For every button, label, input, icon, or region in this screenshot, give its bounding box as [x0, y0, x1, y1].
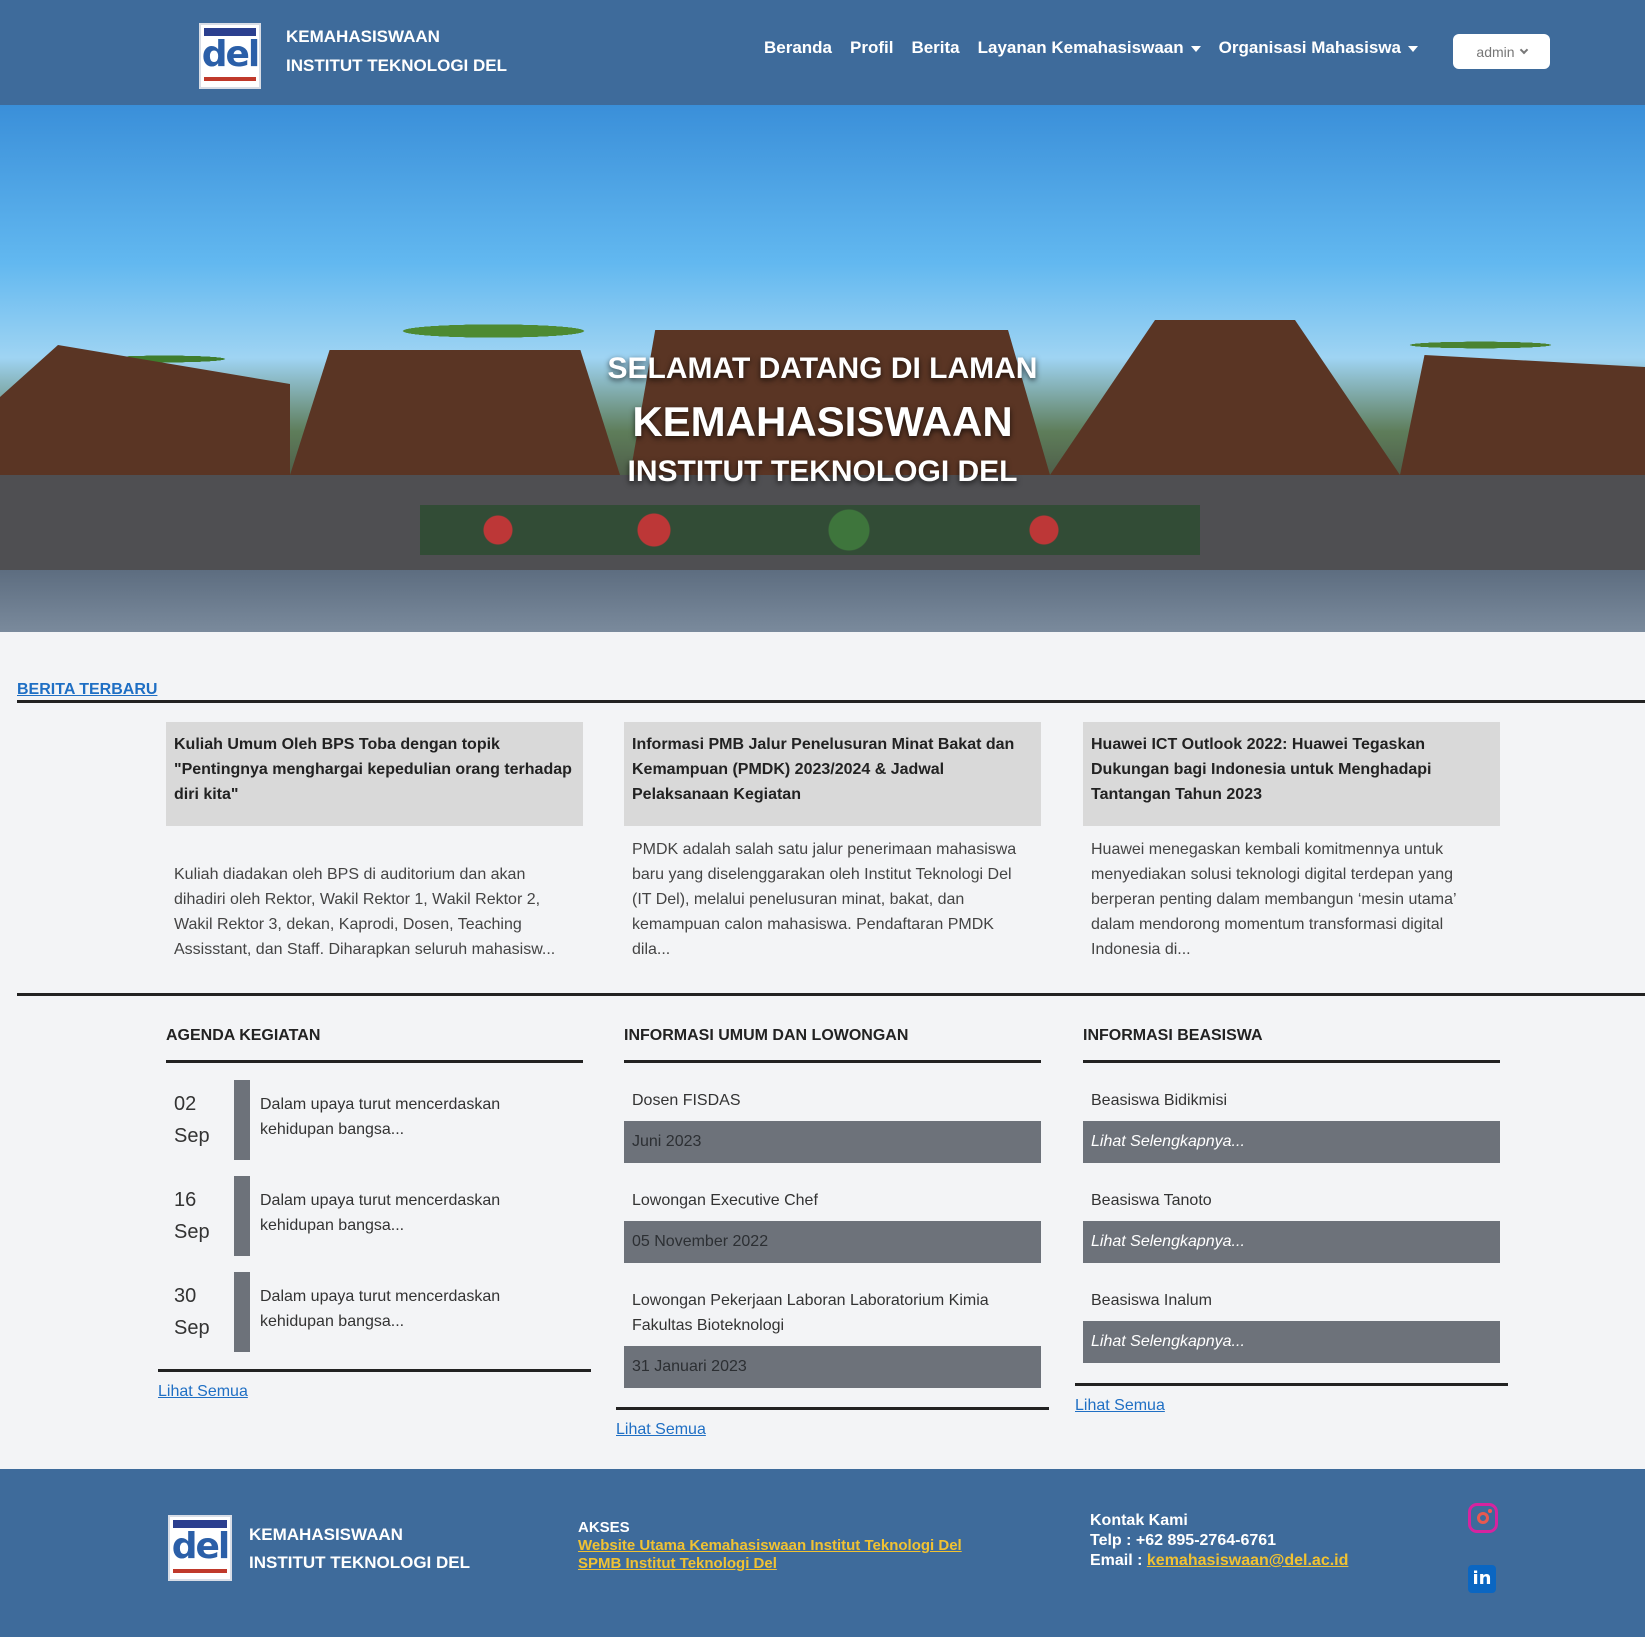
- hero-flowers: [420, 505, 1200, 555]
- agenda-day: 30: [174, 1285, 197, 1307]
- hero-ground: [0, 570, 1645, 632]
- agenda-see-all-link[interactable]: Lihat Semua: [158, 1383, 248, 1401]
- logo-text: del: [171, 1526, 231, 1567]
- agenda-bar: [234, 1272, 250, 1352]
- informasi-heading: INFORMASI UMUM DAN LOWONGAN: [624, 1027, 909, 1044]
- beasiswa-detail-link[interactable]: Lihat Selengkapnya...: [1083, 1221, 1500, 1263]
- brand-line2: INSTITUT TEKNOLOGI DEL: [286, 56, 507, 75]
- news-title[interactable]: Kuliah Umum Oleh BPS Toba dengan topik "…: [166, 722, 583, 826]
- nav-beranda[interactable]: Beranda: [764, 38, 832, 58]
- news-excerpt: Kuliah diadakan oleh BPS di auditorium d…: [174, 866, 556, 958]
- news-excerpt: PMDK adalah salah satu jalur penerimaan …: [632, 841, 1017, 958]
- email-line: Email : kemahasiswaan@del.ac.id: [1090, 1551, 1348, 1571]
- kontak-heading: Kontak Kami: [1090, 1512, 1188, 1529]
- news-card[interactable]: Kuliah Umum Oleh BPS Toba dengan topik "…: [166, 722, 583, 962]
- agenda-day: 02: [174, 1093, 197, 1115]
- footer-brand-line2: INSTITUT TEKNOLOGI DEL: [249, 1553, 470, 1572]
- agenda-month: Sep: [174, 1317, 210, 1339]
- telp-line: Telp : +62 895-2764-6761: [1090, 1531, 1348, 1551]
- beasiswa-detail-link[interactable]: Lihat Selengkapnya...: [1083, 1321, 1500, 1363]
- website-kemahasiswaan-link[interactable]: Website Utama Kemahasiswaan Institut Tek…: [578, 1537, 962, 1555]
- chevron-down-icon: [1519, 45, 1528, 55]
- caret-down-icon: [1190, 45, 1201, 52]
- news-card[interactable]: Huawei ICT Outlook 2022: Huawei Tegaskan…: [1083, 722, 1500, 962]
- nav-berita[interactable]: Berita: [911, 38, 959, 58]
- nav-organisasi-mahasiswa[interactable]: Organisasi Mahasiswa: [1219, 38, 1418, 58]
- news-title[interactable]: Huawei ICT Outlook 2022: Huawei Tegaskan…: [1083, 722, 1500, 826]
- info-date: Juni 2023: [624, 1121, 1041, 1163]
- nav-layanan-kemahasiswaan[interactable]: Layanan Kemahasiswaan: [978, 38, 1201, 58]
- agenda-date: 30 Sep: [174, 1280, 210, 1344]
- beasiswa-heading: INFORMASI BEASISWA: [1083, 1027, 1263, 1044]
- email-link[interactable]: kemahasiswaan@del.ac.id: [1147, 1552, 1348, 1569]
- nav-profil[interactable]: Profil: [850, 38, 893, 58]
- divider: [616, 1407, 1049, 1410]
- agenda-bar: [234, 1176, 250, 1256]
- nav-layanan-label: Layanan Kemahasiswaan: [977, 38, 1184, 57]
- linkedin-icon[interactable]: in: [1468, 1565, 1496, 1593]
- divider: [158, 1369, 591, 1372]
- agenda-item[interactable]: 30 Sep Dalam upaya turut mencerdaskan ke…: [166, 1272, 586, 1352]
- agenda-item[interactable]: 16 Sep Dalam upaya turut mencerdaskan ke…: [166, 1176, 586, 1256]
- telp-value: +62 895-2764-6761: [1135, 1532, 1277, 1549]
- info-title[interactable]: Lowongan Pekerjaan Laboran Laboratorium …: [624, 1288, 1041, 1338]
- news-excerpt: Huawei menegaskan kembali komitmennya un…: [1091, 841, 1456, 958]
- footer-brand-line1: KEMAHASISWAAN: [249, 1525, 403, 1544]
- agenda-text: Dalam upaya turut mencerdaskan kehidupan…: [260, 1192, 501, 1234]
- agenda-month: Sep: [174, 1221, 210, 1243]
- info-date: 05 November 2022: [624, 1221, 1041, 1263]
- hero-greeting: SELAMAT DATANG DI LAMAN: [607, 352, 1038, 385]
- hero-title: KEMAHASISWAAN: [632, 398, 1013, 445]
- divider: [1083, 1060, 1500, 1063]
- agenda-date: 02 Sep: [174, 1088, 210, 1152]
- agenda-day: 16: [174, 1189, 197, 1211]
- navbar: del KEMAHASISWAAN INSTITUT TEKNOLOGI DEL…: [0, 0, 1645, 105]
- beasiswa-see-all-link[interactable]: Lihat Semua: [1075, 1397, 1165, 1415]
- beasiswa-title[interactable]: Beasiswa Tanoto: [1083, 1188, 1500, 1213]
- telp-label: Telp :: [1090, 1532, 1136, 1549]
- footer-akses: AKSES Website Utama Kemahasiswaan Instit…: [578, 1519, 962, 1573]
- informasi-see-all-link[interactable]: Lihat Semua: [616, 1421, 706, 1439]
- divider: [1075, 1383, 1508, 1386]
- del-logo[interactable]: del: [199, 23, 261, 89]
- news-card[interactable]: Informasi PMB Jalur Penelusuran Minat Ba…: [624, 722, 1041, 962]
- instagram-icon[interactable]: [1468, 1503, 1498, 1533]
- brand-title[interactable]: KEMAHASISWAAN INSTITUT TEKNOLOGI DEL: [286, 22, 507, 80]
- agenda-text: Dalam upaya turut mencerdaskan kehidupan…: [260, 1096, 501, 1138]
- agenda-text: Dalam upaya turut mencerdaskan kehidupan…: [260, 1288, 501, 1330]
- user-menu-button[interactable]: admin: [1453, 34, 1550, 69]
- divider: [624, 1060, 1041, 1063]
- divider: [17, 700, 1645, 703]
- akses-heading: AKSES: [578, 1519, 630, 1536]
- user-label: admin: [1476, 43, 1515, 60]
- spmb-link[interactable]: SPMB Institut Teknologi Del: [578, 1555, 962, 1573]
- agenda-heading: AGENDA KEGIATAN: [166, 1027, 321, 1044]
- footer-brand: KEMAHASISWAAN INSTITUT TEKNOLOGI DEL: [249, 1521, 470, 1577]
- logo-text: del: [201, 34, 261, 75]
- footer-kontak: Kontak Kami Telp : +62 895-2764-6761 Ema…: [1090, 1511, 1348, 1571]
- beasiswa-detail-link[interactable]: Lihat Selengkapnya...: [1083, 1121, 1500, 1163]
- info-title[interactable]: Dosen FISDAS: [624, 1088, 1041, 1113]
- agenda-month: Sep: [174, 1125, 210, 1147]
- caret-down-icon: [1408, 45, 1418, 52]
- email-label: Email :: [1090, 1552, 1147, 1569]
- main-nav: Beranda Profil Berita Layanan Kemahasisw…: [764, 38, 1418, 58]
- beasiswa-title[interactable]: Beasiswa Inalum: [1083, 1288, 1500, 1313]
- info-title[interactable]: Lowongan Executive Chef: [624, 1188, 1041, 1213]
- agenda-item[interactable]: 02 Sep Dalam upaya turut mencerdaskan ke…: [166, 1080, 586, 1160]
- divider: [17, 993, 1645, 996]
- footer: del KEMAHASISWAAN INSTITUT TEKNOLOGI DEL…: [0, 1469, 1645, 1637]
- berita-terbaru-link[interactable]: BERITA TERBARU: [17, 681, 157, 699]
- hero-subtitle: INSTITUT TEKNOLOGI DEL: [627, 455, 1018, 488]
- agenda-bar: [234, 1080, 250, 1160]
- agenda-date: 16 Sep: [174, 1184, 210, 1248]
- footer-del-logo: del: [168, 1515, 232, 1581]
- divider: [166, 1060, 583, 1063]
- beasiswa-title[interactable]: Beasiswa Bidikmisi: [1083, 1088, 1500, 1113]
- brand-line1: KEMAHASISWAAN: [286, 27, 440, 46]
- info-date: 31 Januari 2023: [624, 1346, 1041, 1388]
- nav-organisasi-label: Organisasi Mahasiswa: [1218, 38, 1401, 57]
- news-title[interactable]: Informasi PMB Jalur Penelusuran Minat Ba…: [624, 722, 1041, 826]
